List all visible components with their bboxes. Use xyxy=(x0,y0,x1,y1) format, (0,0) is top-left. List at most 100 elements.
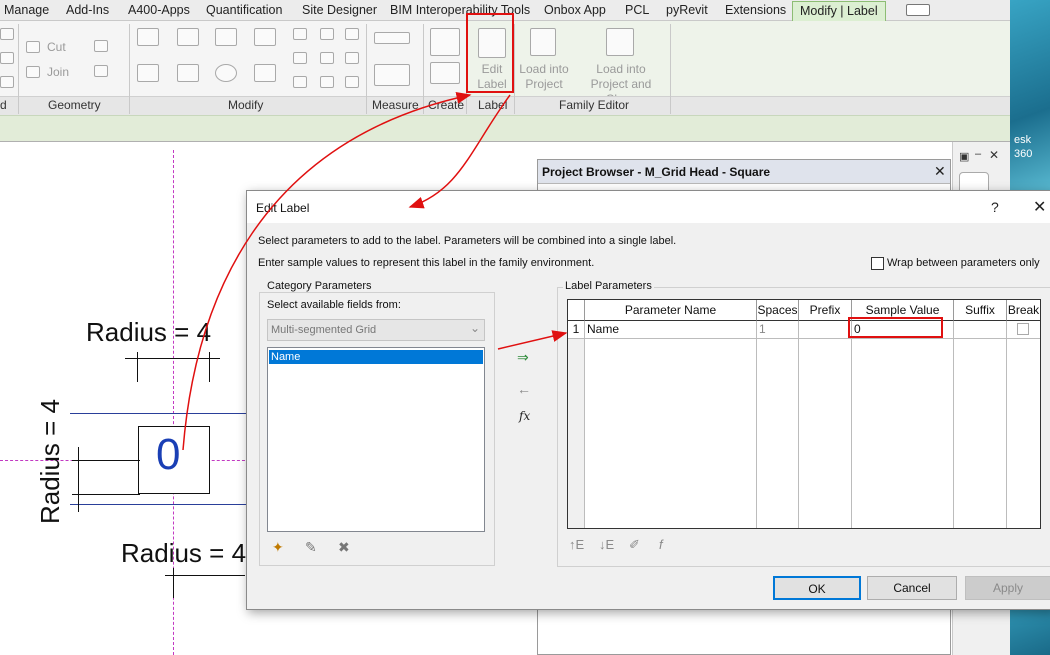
new-parameter-icon[interactable]: ✦ xyxy=(272,539,284,556)
align-icon[interactable] xyxy=(137,28,159,46)
delete-parameter-icon[interactable]: ✖ xyxy=(338,539,350,556)
tab-site-designer[interactable]: Site Designer xyxy=(302,3,377,17)
instruction-text: Enter sample values to represent this la… xyxy=(258,257,595,269)
dimension-radius-top[interactable]: Radius = 4 xyxy=(86,317,211,348)
panel-separator xyxy=(18,24,19,114)
scale-icon[interactable] xyxy=(320,52,334,64)
column-header-parameter-name[interactable]: Parameter Name xyxy=(585,300,757,321)
split-icon[interactable] xyxy=(293,28,307,40)
break-checkbox[interactable] xyxy=(1017,323,1029,335)
dialog-close-button[interactable]: ✕ xyxy=(1033,197,1046,217)
cut-button[interactable]: Cut xyxy=(47,40,66,54)
grid-label-sample[interactable]: 0 xyxy=(156,430,180,480)
edit-parameter-grid-icon[interactable]: ✐ xyxy=(629,537,640,553)
panel-label-modify[interactable]: Modify xyxy=(228,98,263,112)
trim-single-icon[interactable] xyxy=(293,76,307,88)
wrap-parameters-checkbox[interactable] xyxy=(871,257,884,270)
wall-joins-icon[interactable] xyxy=(94,65,108,77)
project-browser-close-button[interactable]: ✕ xyxy=(934,163,946,180)
close-icon[interactable]: ✕ xyxy=(989,148,999,162)
create-group-icon[interactable] xyxy=(430,62,460,84)
grid-column xyxy=(954,339,1007,528)
cope-icon[interactable] xyxy=(0,28,14,40)
edit-parameter-icon[interactable]: ✎ xyxy=(305,539,317,556)
tab-a400-apps[interactable]: A400-Apps xyxy=(128,3,190,17)
copy-icon[interactable] xyxy=(177,64,199,82)
dialog-help-button[interactable]: ? xyxy=(991,199,999,215)
pin-icon[interactable] xyxy=(345,28,359,40)
column-header-suffix[interactable]: Suffix xyxy=(954,300,1007,321)
tab-pyrevit[interactable]: pyRevit xyxy=(666,3,708,17)
window-switch-icon[interactable] xyxy=(906,4,930,16)
load-into-project-icon[interactable] xyxy=(530,28,556,56)
tab-pcl[interactable]: PCL xyxy=(625,3,649,17)
column-header-break[interactable]: Break xyxy=(1007,300,1040,321)
tab-quantification[interactable]: Quantification xyxy=(206,3,282,17)
move-up-icon[interactable]: ↑E xyxy=(569,537,584,552)
join-icon[interactable] xyxy=(26,66,40,78)
formula-icon[interactable]: f xyxy=(659,537,663,552)
grid-corner xyxy=(568,300,585,321)
join-button[interactable]: Join xyxy=(47,65,69,79)
ok-button[interactable]: OK xyxy=(773,576,861,600)
rotate-icon[interactable] xyxy=(215,64,237,82)
paint-icon[interactable] xyxy=(94,40,108,52)
tab-manage[interactable]: Manage xyxy=(4,3,49,17)
cell-spaces[interactable]: 1 xyxy=(757,321,799,339)
move-icon[interactable] xyxy=(137,64,159,82)
dialog-title-bar[interactable]: Edit Label ? ✕ xyxy=(247,191,1050,223)
available-fields-list[interactable]: Name xyxy=(267,347,485,532)
cell-prefix[interactable] xyxy=(799,321,852,339)
category-combo[interactable]: Multi-segmented Grid ⌄ xyxy=(267,319,485,341)
cell-break[interactable] xyxy=(1007,321,1040,339)
mirror-draw-icon[interactable] xyxy=(254,28,276,46)
move-down-icon[interactable]: ↓E xyxy=(599,537,614,552)
tab-add-ins[interactable]: Add-Ins xyxy=(66,3,109,17)
dimension-witness-line xyxy=(137,352,138,382)
tab-onbox-app[interactable]: Onbox App xyxy=(544,3,606,17)
wrap-parameters-label[interactable]: Wrap between parameters only xyxy=(887,257,1040,269)
dimension-radius-bottom[interactable]: Radius = 4 xyxy=(121,538,246,569)
measure-icon[interactable] xyxy=(374,32,410,44)
cancel-button[interactable]: Cancel xyxy=(867,576,957,600)
offset-icon[interactable] xyxy=(177,28,199,46)
panel-label-measure[interactable]: Measure xyxy=(372,98,419,112)
array-icon[interactable] xyxy=(293,52,307,64)
dimension-line xyxy=(125,358,220,359)
project-browser-title-bar[interactable]: Project Browser - M_Grid Head - Square ✕ xyxy=(538,160,950,184)
add-parameter-icon[interactable]: ⇒ xyxy=(517,349,529,366)
cell-parameter-name[interactable]: Name xyxy=(585,321,757,339)
load-into-project-close-icon[interactable] xyxy=(606,28,634,56)
column-header-spaces[interactable]: Spaces xyxy=(757,300,799,321)
sidebar-text: esk xyxy=(1014,134,1032,146)
list-item[interactable]: Name xyxy=(269,350,483,364)
create-similar-icon[interactable] xyxy=(430,28,460,56)
load-into-project-button[interactable]: Load into Project xyxy=(514,62,574,92)
panel-label-create[interactable]: Create xyxy=(428,98,464,112)
split-gap-icon[interactable] xyxy=(320,28,334,40)
unpin-icon[interactable] xyxy=(345,52,359,64)
dimension-icon[interactable] xyxy=(374,64,410,86)
tab-extensions[interactable]: Extensions xyxy=(725,3,786,17)
trim-extend-icon[interactable] xyxy=(254,64,276,82)
dimension-radius-left[interactable]: Radius = 4 xyxy=(35,399,66,524)
tab-modify-label[interactable]: Modify | Label xyxy=(792,1,886,21)
cell-suffix[interactable] xyxy=(954,321,1007,339)
cut-icon[interactable] xyxy=(26,41,40,53)
minimize-icon[interactable]: – xyxy=(975,148,981,160)
remove-parameter-icon[interactable]: ← xyxy=(517,381,531,397)
annotation-box-sample-value xyxy=(848,317,943,338)
uncope-icon[interactable] xyxy=(0,52,14,64)
mirror-axis-icon[interactable] xyxy=(215,28,237,46)
restore-icon[interactable]: ▣ xyxy=(959,150,969,163)
panel-label-family-editor: Family Editor xyxy=(559,98,630,112)
split-face-icon[interactable] xyxy=(0,76,14,88)
fx-icon[interactable]: fx xyxy=(519,409,530,423)
column-header-prefix[interactable]: Prefix xyxy=(799,300,852,321)
trim-multiple-icon[interactable] xyxy=(320,76,334,88)
label-parameters-grid[interactable]: Parameter Name Spaces Prefix Sample Valu… xyxy=(567,299,1041,529)
apply-button[interactable]: Apply xyxy=(965,576,1050,600)
dimension-witness-line xyxy=(72,460,140,461)
panel-label-geometry[interactable]: Geometry xyxy=(48,98,101,112)
delete-icon[interactable] xyxy=(345,76,359,88)
